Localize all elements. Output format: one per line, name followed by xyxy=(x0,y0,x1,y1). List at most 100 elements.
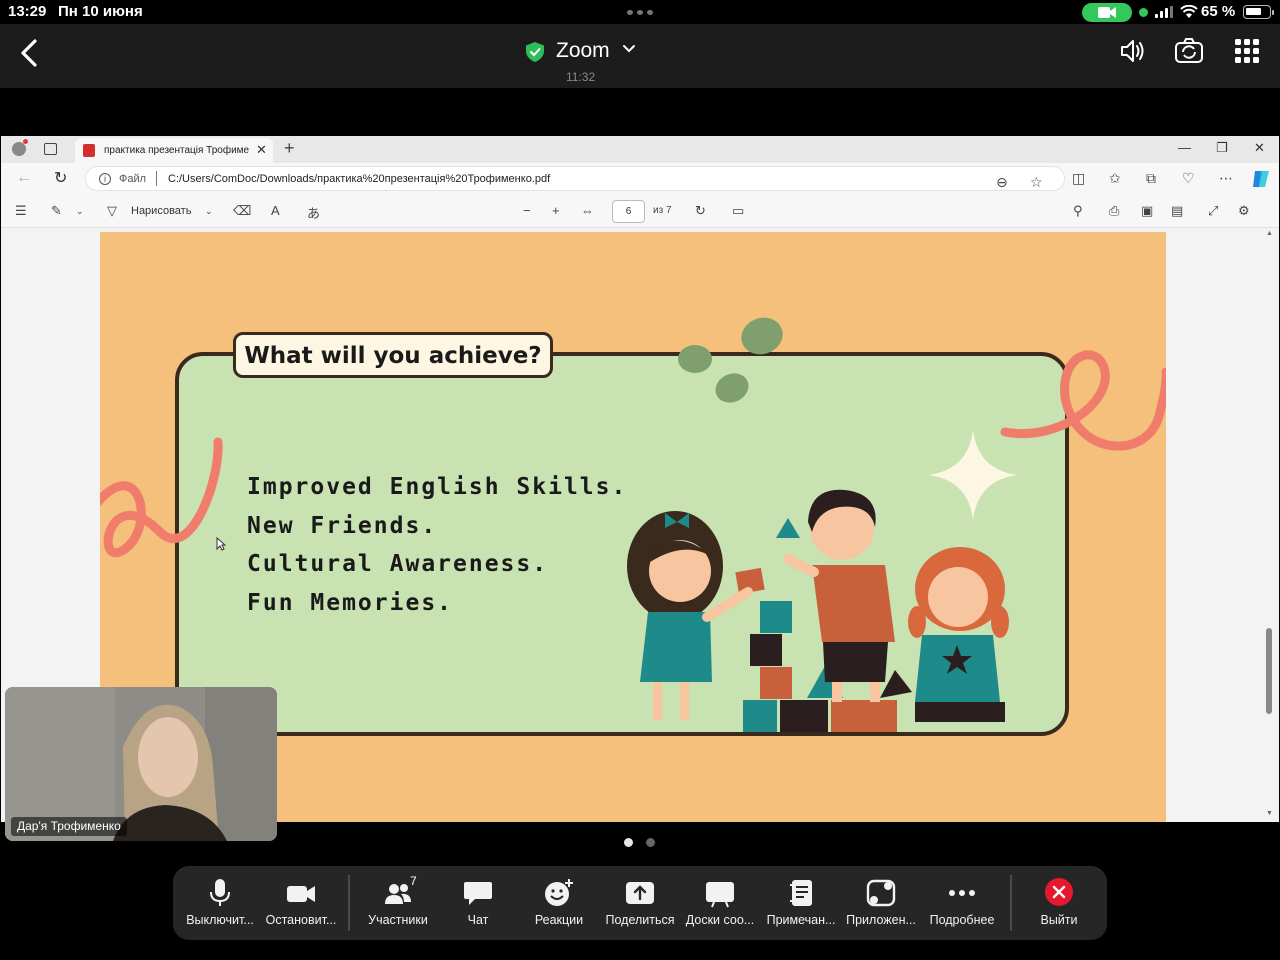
multitasking-dots-icon[interactable] xyxy=(627,10,653,15)
stop-video-button[interactable]: Остановит... xyxy=(260,866,342,940)
back-arrow-icon[interactable]: ← xyxy=(16,169,32,187)
print-icon[interactable]: ⎙ xyxy=(1109,203,1119,219)
chevron-down-icon xyxy=(623,45,635,53)
more-label: Подробнее xyxy=(929,913,995,927)
more-icon xyxy=(949,890,975,896)
chat-icon xyxy=(464,882,492,905)
meeting-title: Zoom xyxy=(556,39,610,62)
draw-button-label[interactable]: Нарисовать xyxy=(131,205,191,217)
tab-actions-icon[interactable] xyxy=(44,143,57,155)
new-tab-icon[interactable]: + xyxy=(284,138,295,159)
more-options-icon[interactable]: ⋯ xyxy=(1219,170,1233,187)
contents-list-icon[interactable]: ☰ xyxy=(15,203,27,219)
copilot-icon[interactable] xyxy=(1251,169,1271,189)
more-button[interactable]: Подробнее xyxy=(921,866,1003,940)
whiteboard-icon xyxy=(706,882,734,908)
url-text[interactable]: C:/Users/ComDoc/Downloads/практика%20пре… xyxy=(168,173,550,185)
slide-title-box: What will you achieve? xyxy=(233,332,553,378)
url-separator xyxy=(156,171,157,186)
minimize-icon[interactable]: — xyxy=(1178,140,1191,155)
reactions-icon xyxy=(545,879,573,906)
scroll-down-arrow-icon[interactable]: ▼ xyxy=(1266,810,1273,817)
share-label: Поделиться xyxy=(605,913,675,927)
favorite-star-icon[interactable]: ☆ xyxy=(1030,174,1043,191)
switch-camera-icon[interactable] xyxy=(1174,36,1204,66)
save-icon[interactable]: ▣ xyxy=(1141,203,1153,219)
zoom-header: Zoom 11:32 xyxy=(0,24,1280,88)
translate-icon[interactable]: あ xyxy=(307,203,320,222)
chat-button[interactable]: Чат xyxy=(437,866,519,940)
share-button[interactable]: Поделиться xyxy=(599,866,681,940)
pdf-toolbar: ☰ ✎ ⌄ ▽ Нарисовать ⌄ ⌫ A あ − + ⇔ 6 из 7 … xyxy=(1,195,1279,228)
fullscreen-icon[interactable]: ⤢ xyxy=(1208,203,1218,219)
leave-button[interactable]: Выйти xyxy=(1018,866,1100,940)
achievements-list: Improved English Skills. New Friends. Cu… xyxy=(247,468,627,622)
url-scheme-label: Файл xyxy=(119,173,147,185)
tab-close-icon[interactable]: ✕ xyxy=(256,142,267,158)
participants-button[interactable]: 7 Участники xyxy=(357,866,439,940)
rotate-icon[interactable]: ↻ xyxy=(695,203,706,219)
zoom-magnifier-icon[interactable]: ⊖ xyxy=(996,174,1008,191)
whiteboards-button[interactable]: Доски соо... xyxy=(679,866,761,940)
favorites-icon[interactable]: ✩ xyxy=(1109,170,1121,187)
page-number-input[interactable]: 6 xyxy=(612,200,645,223)
list-item: New Friends. xyxy=(247,512,438,539)
browser-essentials-icon[interactable]: ♡ xyxy=(1182,170,1195,187)
draw-icon[interactable]: ▽ xyxy=(107,203,117,219)
profile-notification-dot xyxy=(23,139,28,144)
settings-gear-icon[interactable]: ⚙ xyxy=(1238,203,1250,219)
read-aloud-icon[interactable]: A xyxy=(271,203,280,218)
fit-width-icon[interactable]: ⇔ xyxy=(581,203,594,218)
reactions-label: Реакции xyxy=(534,913,584,927)
mouse-pointer-icon xyxy=(216,537,226,551)
participant-name-label: Дар'я Трофименко xyxy=(11,817,127,836)
back-chevron-icon[interactable] xyxy=(18,38,42,68)
tab-title: практика презентація Трофиме xyxy=(104,145,250,156)
participants-count: 7 xyxy=(410,874,417,888)
highlight-dropdown-icon[interactable]: ⌄ xyxy=(76,206,84,217)
split-screen-icon[interactable]: ◫ xyxy=(1072,170,1085,187)
profile-icon[interactable] xyxy=(12,142,26,156)
collections-icon[interactable]: ⧉ xyxy=(1146,170,1156,187)
page-total: из 7 xyxy=(653,205,672,216)
eraser-icon[interactable]: ⌫ xyxy=(233,203,251,219)
scrollbar-thumb[interactable] xyxy=(1266,628,1272,714)
gallery-grid-icon[interactable] xyxy=(1232,36,1262,66)
status-date: Пн 10 июня xyxy=(58,3,143,20)
notes-button[interactable]: Примечан... xyxy=(760,866,842,940)
battery-tip xyxy=(1272,10,1274,15)
slide-title: What will you achieve? xyxy=(244,343,542,369)
restore-icon[interactable]: ❐ xyxy=(1216,140,1228,156)
page-indicator[interactable] xyxy=(646,838,655,847)
mute-label: Выключит... xyxy=(186,913,254,927)
leave-label: Выйти xyxy=(1040,913,1078,927)
meeting-title-button[interactable]: Zoom xyxy=(520,38,760,66)
search-icon[interactable]: ⚲ xyxy=(1073,203,1083,219)
speaker-icon[interactable] xyxy=(1118,36,1148,66)
share-screen-icon xyxy=(626,882,654,904)
apps-button[interactable]: Приложен... xyxy=(840,866,922,940)
highlight-icon[interactable]: ✎ xyxy=(51,203,62,219)
notes-label: Примечан... xyxy=(766,913,836,927)
browser-tab-bar: практика презентація Трофиме ✕ + — ❐ ✕ xyxy=(1,136,1279,163)
browser-tab-pdf[interactable]: практика презентація Трофиме ✕ xyxy=(75,138,273,163)
address-bar[interactable]: i Файл C:/Users/ComDoc/Downloads/практик… xyxy=(85,166,1065,191)
page-indicator-active[interactable] xyxy=(624,838,633,847)
zoom-in-icon[interactable]: + xyxy=(552,203,560,218)
info-icon[interactable]: i xyxy=(99,173,111,185)
reactions-button[interactable]: Реакции xyxy=(518,866,600,940)
scroll-up-arrow-icon[interactable]: ▲ xyxy=(1266,230,1273,237)
mute-button[interactable]: Выключит... xyxy=(179,866,261,940)
save-as-icon[interactable]: ▤ xyxy=(1171,203,1183,219)
self-video-tile[interactable]: Дар'я Трофименко xyxy=(5,687,277,841)
vertical-scrollbar[interactable]: ▲ ▼ xyxy=(1263,228,1277,822)
page-view-icon[interactable]: ▭ xyxy=(732,203,744,219)
encryption-shield-icon xyxy=(526,42,544,62)
close-window-icon[interactable]: ✕ xyxy=(1254,140,1265,156)
whiteboards-label: Доски соо... xyxy=(685,913,755,927)
toolbar-divider xyxy=(348,875,350,931)
reload-icon[interactable]: ↻ xyxy=(54,168,67,188)
list-item: Improved English Skills. xyxy=(247,474,628,500)
draw-dropdown-icon[interactable]: ⌄ xyxy=(205,206,213,217)
zoom-out-icon[interactable]: − xyxy=(523,203,531,218)
